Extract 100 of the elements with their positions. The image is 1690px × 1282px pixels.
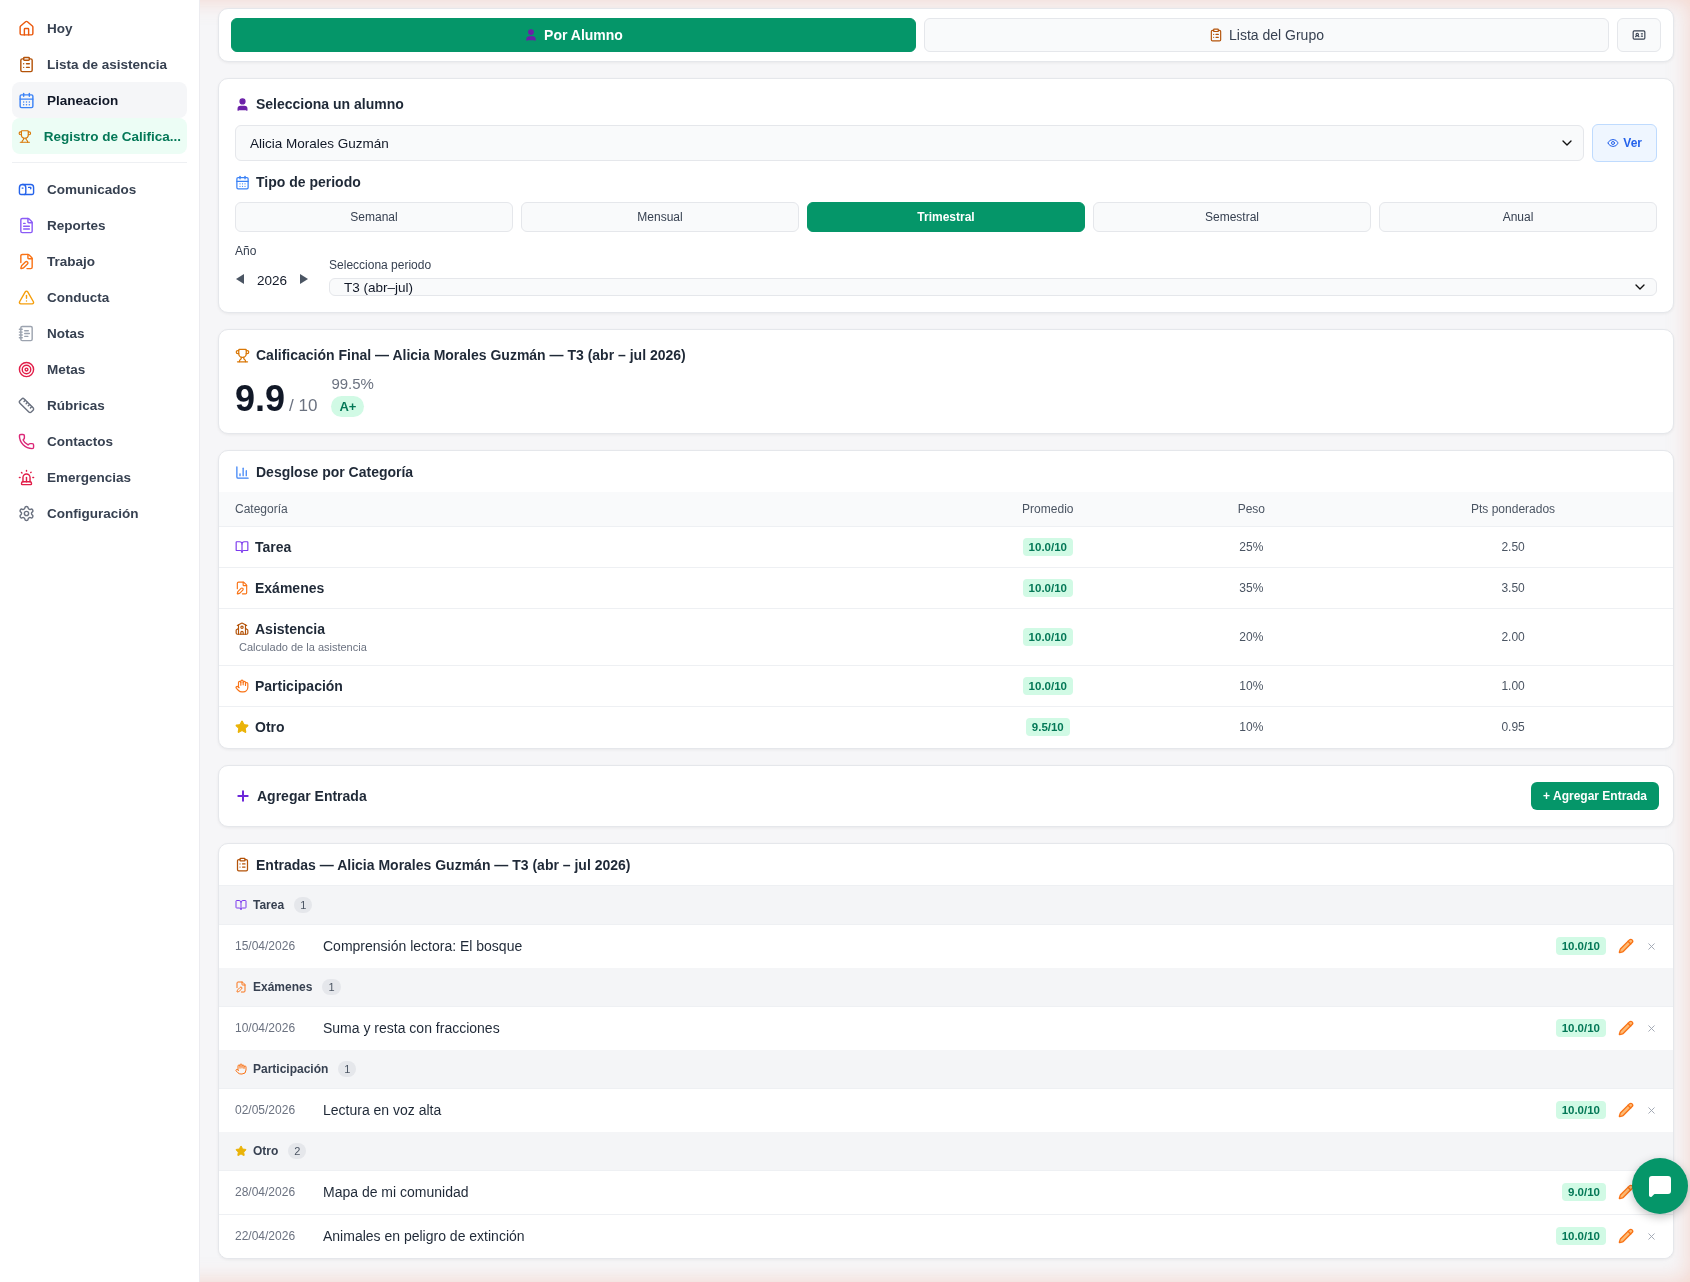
points-cell: 2.00 xyxy=(1353,608,1673,666)
sidebar-item[interactable]: Contactos xyxy=(12,423,187,459)
column-header: Categoría xyxy=(219,492,946,527)
sidebar-item[interactable]: Conducta xyxy=(12,279,187,315)
sidebar-item[interactable]: Registro de Califica... xyxy=(12,118,187,154)
category-name: Tarea xyxy=(255,539,292,555)
pencil-icon xyxy=(1618,1228,1634,1244)
id-card-button[interactable] xyxy=(1617,18,1661,52)
clipboard-icon xyxy=(18,55,35,73)
entry-date: 15/04/2026 xyxy=(235,939,297,953)
weight-cell: 10% xyxy=(1149,706,1354,748)
delete-button[interactable] xyxy=(1646,940,1657,952)
card-title: Entradas — Alicia Morales Guzmán — T3 (abr – jul 2026) xyxy=(256,856,631,873)
delete-button[interactable] xyxy=(1646,1022,1657,1034)
edit-button[interactable] xyxy=(1618,1020,1634,1036)
entry-title: Lectura en voz alta xyxy=(323,1102,443,1118)
edit-button[interactable] xyxy=(1618,1228,1634,1244)
view-button[interactable]: Ver xyxy=(1592,124,1657,162)
category-name: Participación xyxy=(255,678,343,694)
count-badge: 2 xyxy=(288,1142,307,1159)
pencil-icon xyxy=(1618,1020,1634,1036)
calendar-icon xyxy=(18,91,35,109)
add-entry-button[interactable]: + Agregar Entrada xyxy=(1531,781,1659,810)
period-type-option[interactable]: Mensual xyxy=(521,202,799,232)
star-icon xyxy=(235,720,249,735)
calendar-icon xyxy=(235,174,250,190)
percent-value: 99.5% xyxy=(331,375,374,392)
star-icon xyxy=(235,1144,247,1157)
score-scale: / 10 xyxy=(289,396,318,415)
category-name: Asistencia xyxy=(255,621,326,637)
period-type-option[interactable]: Semestral xyxy=(1093,202,1371,232)
card-title: Agregar Entrada xyxy=(257,787,367,804)
score-badge: 10.0/10 xyxy=(1555,1101,1606,1119)
sidebar-item[interactable]: Rúbricas xyxy=(12,387,187,423)
score-badge: 10.0/10 xyxy=(1555,1227,1606,1245)
document-icon xyxy=(18,216,35,234)
entry-title: Animales en peligro de extinción xyxy=(323,1228,526,1244)
sidebar-item[interactable]: Configuración xyxy=(12,495,187,531)
count-badge: 1 xyxy=(322,978,341,995)
document-pen-icon xyxy=(235,581,249,595)
delete-button[interactable] xyxy=(1646,1230,1657,1242)
sidebar-item[interactable]: Reportes xyxy=(12,207,187,243)
card-title: Calificación Final — Alicia Morales Guzmán — T3 (abr – jul 2026) xyxy=(256,347,686,363)
entry-title: Suma y resta con fracciones xyxy=(323,1020,501,1036)
sidebar-item[interactable]: Planeacion xyxy=(12,82,187,118)
ruler-icon xyxy=(18,396,35,414)
trophy-icon xyxy=(18,127,32,145)
count-badge: 1 xyxy=(338,1060,357,1077)
edit-button[interactable] xyxy=(1618,1184,1634,1200)
letter-grade: A+ xyxy=(331,396,365,417)
sidebar-item[interactable]: Trabajo xyxy=(12,243,187,279)
weight-cell: 20% xyxy=(1149,608,1354,666)
period-type-option[interactable]: Trimestral xyxy=(807,202,1085,232)
settings-icon xyxy=(18,504,35,522)
triangle-left-icon xyxy=(235,274,245,284)
entry-title: Comprensión lectora: El bosque xyxy=(323,938,524,954)
close-icon xyxy=(1646,940,1657,952)
warning-icon xyxy=(18,288,35,306)
score-badge: 10.0/10 xyxy=(1022,538,1073,556)
category-note: Calculado de la asistencia xyxy=(238,641,368,653)
sidebar-item[interactable]: Hoy xyxy=(12,10,187,46)
id-card-icon xyxy=(1632,28,1646,42)
year-value: 2026 xyxy=(257,272,288,288)
entry-date: 28/04/2026 xyxy=(235,1185,297,1199)
score-badge: 10.0/10 xyxy=(1022,579,1073,597)
entry-date: 22/04/2026 xyxy=(235,1229,297,1243)
previous-year-button[interactable] xyxy=(235,273,245,287)
column-header: Pts ponderados xyxy=(1353,492,1673,527)
sidebar-item[interactable]: Metas xyxy=(12,351,187,387)
sidebar-item[interactable]: Emergencias xyxy=(12,459,187,495)
category-name: Exámenes xyxy=(255,580,325,596)
plus-icon xyxy=(235,787,251,804)
sidebar-item[interactable]: Lista de asistencia xyxy=(12,46,187,82)
column-header: Promedio xyxy=(946,492,1150,527)
score-badge: 9.5/10 xyxy=(1025,718,1070,737)
category-name: Otro xyxy=(255,719,285,736)
sidebar-item[interactable]: Notas xyxy=(12,315,187,351)
target-icon xyxy=(18,360,35,378)
column-header: Peso xyxy=(1149,492,1354,527)
score-badge: 10.0/10 xyxy=(1022,628,1073,646)
sidebar-item[interactable]: Comunicados xyxy=(12,171,187,207)
view-tab[interactable]: Lista del Grupo xyxy=(924,18,1609,52)
period-type-option[interactable]: Semanal xyxy=(235,202,513,232)
period-type-option[interactable]: Anual xyxy=(1379,202,1657,232)
phone-icon xyxy=(18,432,35,450)
points-cell: 1.00 xyxy=(1353,665,1673,707)
section-label: Selecciona un alumno xyxy=(256,96,404,112)
next-year-button[interactable] xyxy=(299,273,310,287)
score-badge: 10.0/10 xyxy=(1022,677,1073,695)
view-tab[interactable]: Por Alumno xyxy=(231,18,916,52)
period-select[interactable]: T3 (abr–jul) xyxy=(329,278,1657,296)
school-icon xyxy=(235,622,249,636)
triangle-right-icon xyxy=(299,274,310,284)
student-select[interactable]: Alicia Morales Guzmán xyxy=(235,125,1585,161)
section-label: Tipo de periodo xyxy=(256,174,361,190)
group-name: Exámenes xyxy=(253,979,313,994)
edit-button[interactable] xyxy=(1618,938,1634,954)
edit-button[interactable] xyxy=(1618,1102,1634,1118)
delete-button[interactable] xyxy=(1646,1104,1657,1116)
clipboard-icon xyxy=(1209,28,1223,42)
